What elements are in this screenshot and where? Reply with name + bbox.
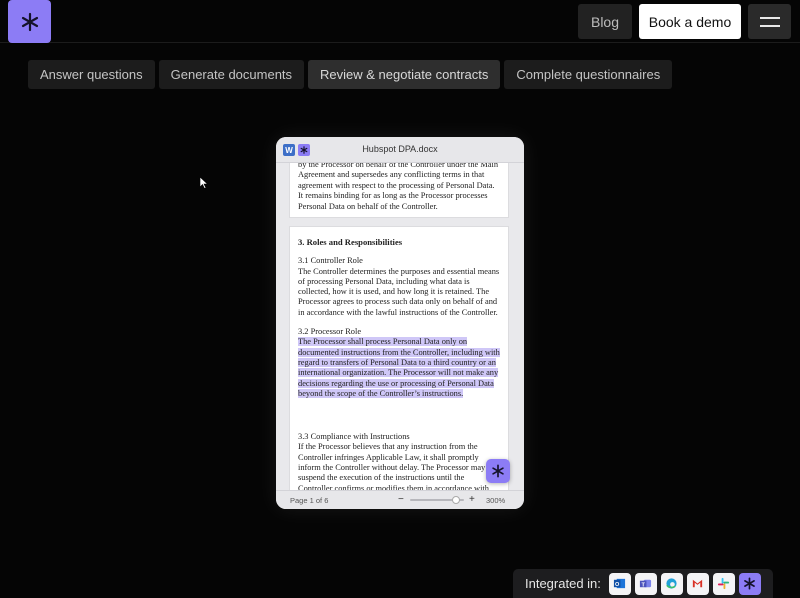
- page1-paragraph: by the Processor on behalf of the Contro…: [298, 163, 499, 211]
- tab-answer-questions[interactable]: Answer questions: [28, 60, 155, 89]
- subsection-text: If the Processor believes that any instr…: [298, 442, 489, 490]
- integrated-label: Integrated in:: [525, 576, 601, 591]
- asterisk-logo-icon: [744, 577, 756, 590]
- document-statusbar: Page 1 of 6 − + 300%: [276, 490, 524, 509]
- asterisk-app-icon[interactable]: [738, 572, 761, 595]
- page-indicator: Page 1 of 6: [290, 496, 329, 505]
- document-page: by the Processor on behalf of the Contro…: [289, 163, 509, 218]
- feature-tabs: Answer questions Generate documents Revi…: [28, 60, 673, 89]
- subsection-text: The Controller determines the purposes a…: [298, 266, 500, 317]
- svg-text:T: T: [642, 582, 646, 588]
- document-body[interactable]: by the Processor on behalf of the Contro…: [276, 163, 524, 490]
- assistant-floating-button[interactable]: [486, 459, 510, 483]
- outlook-icon[interactable]: O: [608, 572, 631, 595]
- zoom-in-button[interactable]: +: [469, 494, 475, 505]
- mouse-cursor-icon: [200, 177, 208, 189]
- zoom-level: 300%: [486, 496, 506, 505]
- zoom-slider-handle[interactable]: [452, 496, 460, 504]
- svg-text:O: O: [615, 582, 620, 588]
- asterisk-logo-icon: [492, 464, 504, 478]
- tab-review-negotiate-contracts[interactable]: Review & negotiate contracts: [308, 60, 501, 89]
- asterisk-plugin-icon[interactable]: [298, 144, 310, 156]
- tab-generate-documents[interactable]: Generate documents: [158, 60, 305, 89]
- edge-icon[interactable]: [660, 572, 683, 595]
- subsection-title: 3.2 Processor Role: [298, 327, 362, 337]
- logo-button[interactable]: [8, 0, 51, 43]
- highlighted-text[interactable]: The Processor shall process Personal Dat…: [298, 337, 500, 398]
- menu-button[interactable]: [748, 4, 791, 39]
- document-window: W Hubspot DPA.docx by the Processor on b…: [276, 137, 524, 509]
- top-navbar: Blog Book a demo: [0, 0, 800, 43]
- book-demo-button[interactable]: Book a demo: [639, 4, 741, 39]
- hamburger-menu-icon: [759, 16, 780, 19]
- subsection-title: 3.1 Controller Role: [298, 256, 363, 266]
- subsection-title: 3.3 Compliance with Instructions: [298, 432, 410, 442]
- slack-icon[interactable]: [712, 572, 735, 595]
- document-page: 3. Roles and Responsibilities 3.1 Contro…: [289, 226, 509, 490]
- document-titlebar: W Hubspot DPA.docx: [276, 137, 524, 163]
- tab-complete-questionnaires[interactable]: Complete questionnaires: [504, 60, 673, 89]
- word-icon: W: [283, 144, 295, 156]
- section-title: 3. Roles and Responsibilities: [298, 237, 403, 247]
- gmail-icon[interactable]: [686, 572, 709, 595]
- integrations-bar: Integrated in: O T: [513, 569, 773, 598]
- asterisk-logo-icon: [21, 12, 38, 31]
- zoom-out-button[interactable]: −: [398, 494, 404, 505]
- document-filename: Hubspot DPA.docx: [362, 144, 438, 154]
- hamburger-menu-icon: [759, 24, 780, 27]
- blog-button[interactable]: Blog: [578, 4, 632, 39]
- teams-icon[interactable]: T: [634, 572, 657, 595]
